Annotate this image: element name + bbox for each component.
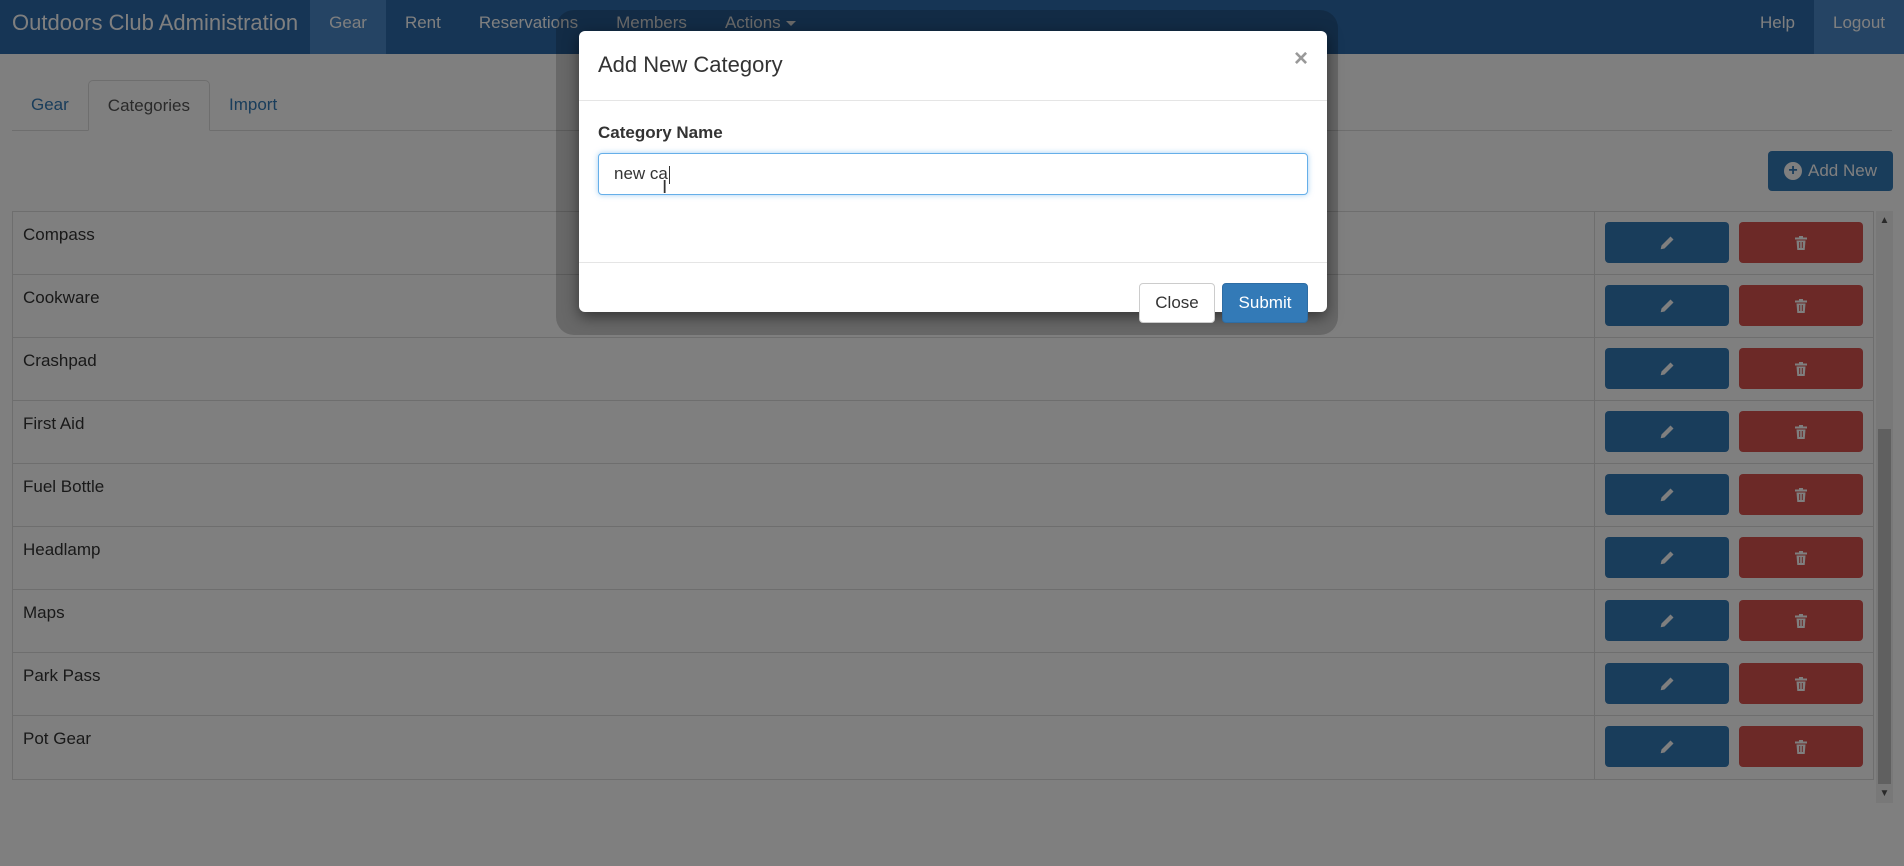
text-cursor (668, 165, 670, 184)
add-category-dialog: Add New Category × Category Name new ca … (579, 31, 1327, 323)
modal-footer: Close Submit (579, 263, 1327, 323)
modal-title: Add New Category (598, 52, 783, 77)
close-icon[interactable]: × (1294, 45, 1308, 73)
modal-body: Category Name new ca (579, 101, 1327, 263)
ibeam-cursor-icon: I (662, 177, 668, 198)
submit-button[interactable]: Submit (1222, 283, 1308, 323)
category-name-label: Category Name (598, 123, 723, 142)
category-name-input[interactable]: new ca (598, 153, 1308, 195)
category-name-value: new ca (614, 164, 668, 183)
modal-header: Add New Category × (579, 31, 1327, 101)
close-button[interactable]: Close (1139, 283, 1215, 323)
